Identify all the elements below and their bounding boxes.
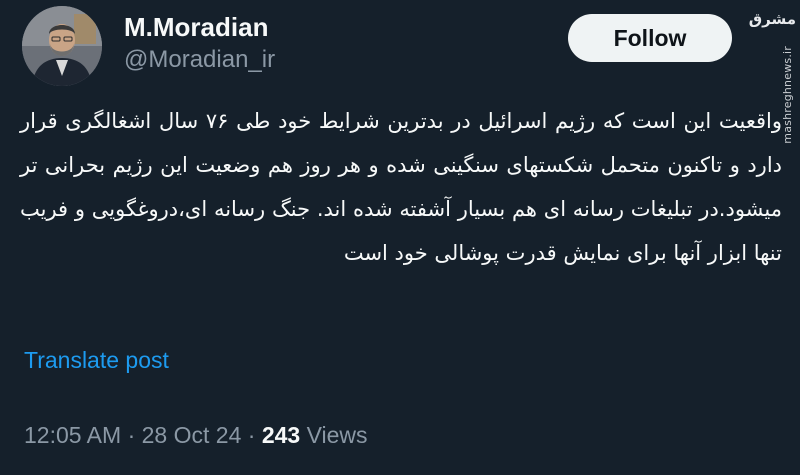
tweet-time[interactable]: 12:05 AM xyxy=(24,422,121,448)
follow-button[interactable]: Follow xyxy=(568,14,732,62)
views-count: 243 xyxy=(261,422,301,448)
watermark-logo: مشرق xyxy=(748,10,796,28)
author-handle[interactable]: @Moradian_ir xyxy=(124,46,275,74)
translate-post-link[interactable]: Translate post xyxy=(24,347,169,374)
tweet-date[interactable]: 28 Oct 24 xyxy=(142,422,242,448)
tweet-meta: 12:05 AM · 28 Oct 24 · 243 Views xyxy=(24,422,368,449)
avatar-image xyxy=(22,6,102,86)
views-label: Views xyxy=(306,422,368,448)
watermark-url: mashreghnews.ir xyxy=(781,46,794,144)
tweet-text: واقعیت این است که رژیم اسرائیل در بدترین… xyxy=(20,109,782,265)
author-name[interactable]: M.Moradian xyxy=(124,12,268,43)
meta-separator: · xyxy=(247,422,256,448)
meta-separator: · xyxy=(127,422,136,448)
avatar[interactable] xyxy=(22,6,102,86)
